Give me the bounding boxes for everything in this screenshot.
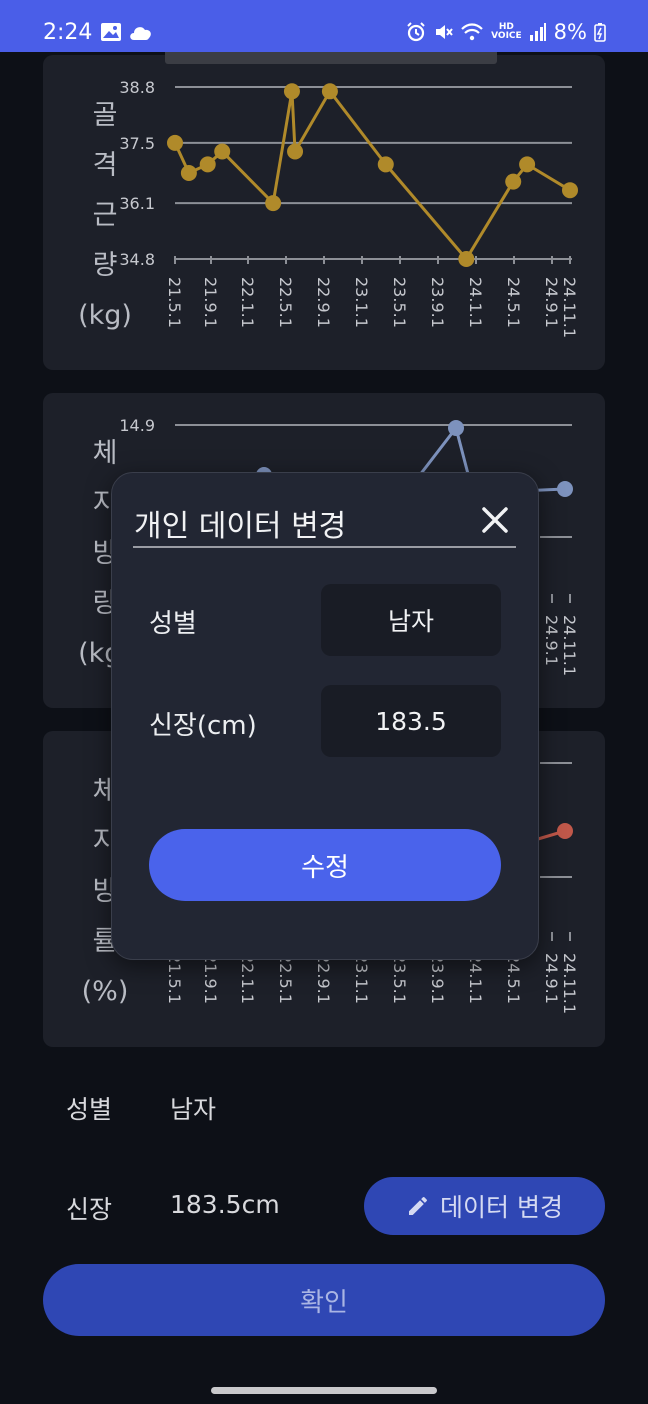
edit-personal-data-dialog: 개인 데이터 변경 성별 남자 신장(cm) 183.5 수정 [111,472,539,960]
hd-voice-icon: HD VOICE [491,22,522,41]
dialog-height-label: 신장(cm) [149,711,257,741]
dialog-divider [133,546,516,548]
scroll-indicator [165,52,497,64]
dialog-gender-label: 성별 [149,609,197,639]
close-icon[interactable] [478,503,512,537]
signal-icon [529,23,546,41]
dialog-title: 개인 데이터 변경 [134,509,347,544]
status-time: 2:24 [43,20,93,45]
wifi-icon [461,23,483,41]
cloud-icon [130,27,151,40]
gallery-icon [101,23,121,41]
mute-icon [436,25,453,39]
battery-percent: 8% [553,20,587,44]
battery-charging-icon [594,23,606,42]
status-bar: 2:24 HD VOICE 8% [0,0,648,52]
gender-select[interactable]: 남자 [321,584,501,656]
height-input[interactable]: 183.5 [321,685,501,757]
alarm-icon [407,22,425,42]
submit-button[interactable]: 수정 [149,829,501,901]
